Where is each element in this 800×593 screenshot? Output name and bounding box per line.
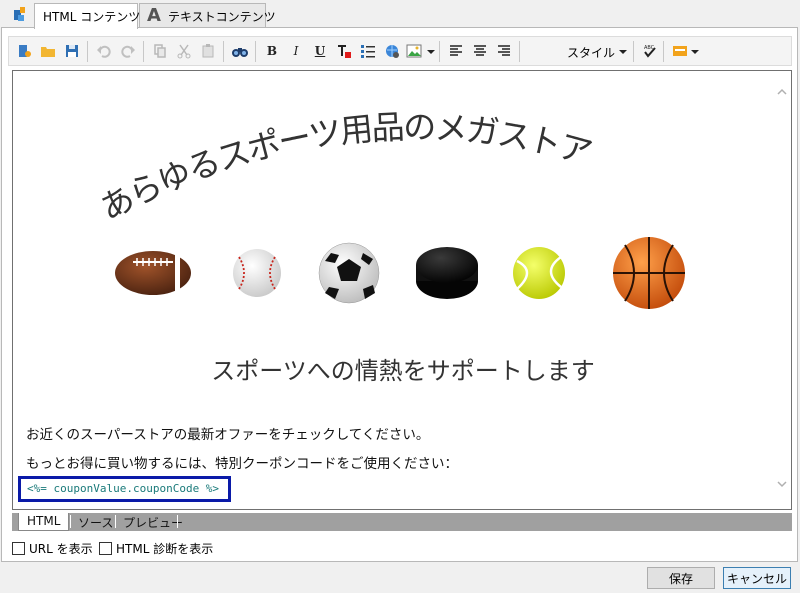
cut-icon[interactable] xyxy=(173,40,195,62)
wysiwyg-editor[interactable]: あらゆるスポーツ用品のメガストア スポーツへの情熱をサポートします お近くのスー… xyxy=(12,70,792,510)
editor-toolbar: B I U スタイル ABC xyxy=(8,36,792,66)
show-diagnosis-checkbox[interactable] xyxy=(99,542,112,555)
soccer-ball-icon xyxy=(318,242,380,304)
mode-tab-html[interactable]: HTML xyxy=(18,513,70,531)
scroll-down-chevron-icon[interactable] xyxy=(777,479,787,489)
text-color-icon[interactable] xyxy=(333,40,355,62)
redo-icon[interactable] xyxy=(117,40,139,62)
styles-chevron-down-icon xyxy=(619,50,627,54)
mode-tab-preview[interactable]: プレビュー xyxy=(115,513,191,531)
toolbar-separator xyxy=(87,41,88,62)
tab-html-content-label: HTML コンテンツ xyxy=(43,10,141,24)
toolbar-separator xyxy=(439,41,440,62)
toolbar-separator xyxy=(633,41,634,62)
football-icon xyxy=(115,251,191,295)
new-document-icon[interactable] xyxy=(13,40,35,62)
italic-button[interactable]: I xyxy=(285,40,307,62)
content-tab-bar: HTML コンテンツ A テキストコンテンツ xyxy=(0,0,800,29)
coupon-paragraph: もっとお得に買い物するには、特別クーポンコードをご使用ください： xyxy=(26,456,458,472)
hockey-puck-icon xyxy=(416,247,478,299)
baseball-icon xyxy=(233,249,281,297)
editor-scrollbar[interactable] xyxy=(773,71,791,509)
toolbar-separator xyxy=(519,41,520,62)
spellcheck-icon[interactable]: ABC xyxy=(639,40,661,62)
find-binoculars-icon[interactable] xyxy=(229,40,251,62)
svg-text:あらゆるスポーツ用品のメガストア: あらゆるスポーツ用品のメガストア xyxy=(94,107,595,228)
editor-mode-bar: HTML ソース プレビュー xyxy=(12,513,792,531)
open-folder-icon[interactable] xyxy=(37,40,59,62)
undo-icon[interactable] xyxy=(93,40,115,62)
coupon-code-highlight: <%= couponValue.couponCode %> xyxy=(18,476,231,502)
personalization-field-icon[interactable] xyxy=(669,40,691,62)
sports-balls-image xyxy=(115,237,685,309)
tab-text-content-label: テキストコンテンツ xyxy=(168,10,276,24)
headline-subtitle: スポーツへの情熱をサポートします xyxy=(211,357,595,385)
show-url-checkbox[interactable] xyxy=(12,542,25,555)
show-url-label: URL を表示 xyxy=(29,542,93,556)
tennis-ball-icon xyxy=(513,247,565,299)
save-button[interactable]: 保存 xyxy=(647,567,715,589)
mode-tab-source[interactable]: ソース xyxy=(70,513,121,531)
save-icon[interactable] xyxy=(61,40,83,62)
headline-text: あらゆるスポーツ用品のメガストア xyxy=(94,107,597,228)
toolbar-separator xyxy=(663,41,664,62)
styles-dropdown-label: スタイル xyxy=(567,46,616,60)
insert-link-globe-icon[interactable] xyxy=(381,40,403,62)
copy-icon[interactable] xyxy=(149,40,171,62)
paste-icon[interactable] xyxy=(197,40,219,62)
toolbar-separator xyxy=(143,41,144,62)
toolbar-separator xyxy=(255,41,256,62)
insert-image-icon[interactable] xyxy=(403,40,425,62)
tab-text-content[interactable]: A テキストコンテンツ xyxy=(139,3,276,28)
bullet-list-icon[interactable] xyxy=(357,40,379,62)
align-center-icon[interactable] xyxy=(469,40,491,62)
align-left-icon[interactable] xyxy=(445,40,467,62)
scroll-up-chevron-icon[interactable] xyxy=(777,87,787,97)
basketball-icon xyxy=(613,237,685,309)
show-diagnosis-option[interactable]: HTML 診断を表示 xyxy=(99,540,213,557)
styles-dropdown[interactable]: スタイル xyxy=(557,41,631,61)
cancel-button[interactable]: キャンセル xyxy=(723,567,791,589)
underline-button[interactable]: U xyxy=(309,40,331,62)
show-url-option[interactable]: URL を表示 xyxy=(12,540,93,557)
coupon-code-expression: <%= couponValue.couponCode %> xyxy=(27,482,220,495)
personalization-chevron-down-icon[interactable] xyxy=(691,50,699,54)
text-content-icon: A xyxy=(147,5,161,26)
mode-separator xyxy=(177,515,178,528)
toolbar-separator xyxy=(223,41,224,62)
app-logo-icon xyxy=(12,6,28,22)
image-dropdown-chevron-icon[interactable] xyxy=(427,50,435,54)
bold-button[interactable]: B xyxy=(261,40,283,62)
show-diagnosis-label: HTML 診断を表示 xyxy=(116,542,214,556)
tab-html-content[interactable]: HTML コンテンツ xyxy=(34,3,141,29)
offer-paragraph: お近くのスーパーストアの最新オファーをチェックしてください。 xyxy=(26,427,430,443)
align-right-icon[interactable] xyxy=(493,40,515,62)
